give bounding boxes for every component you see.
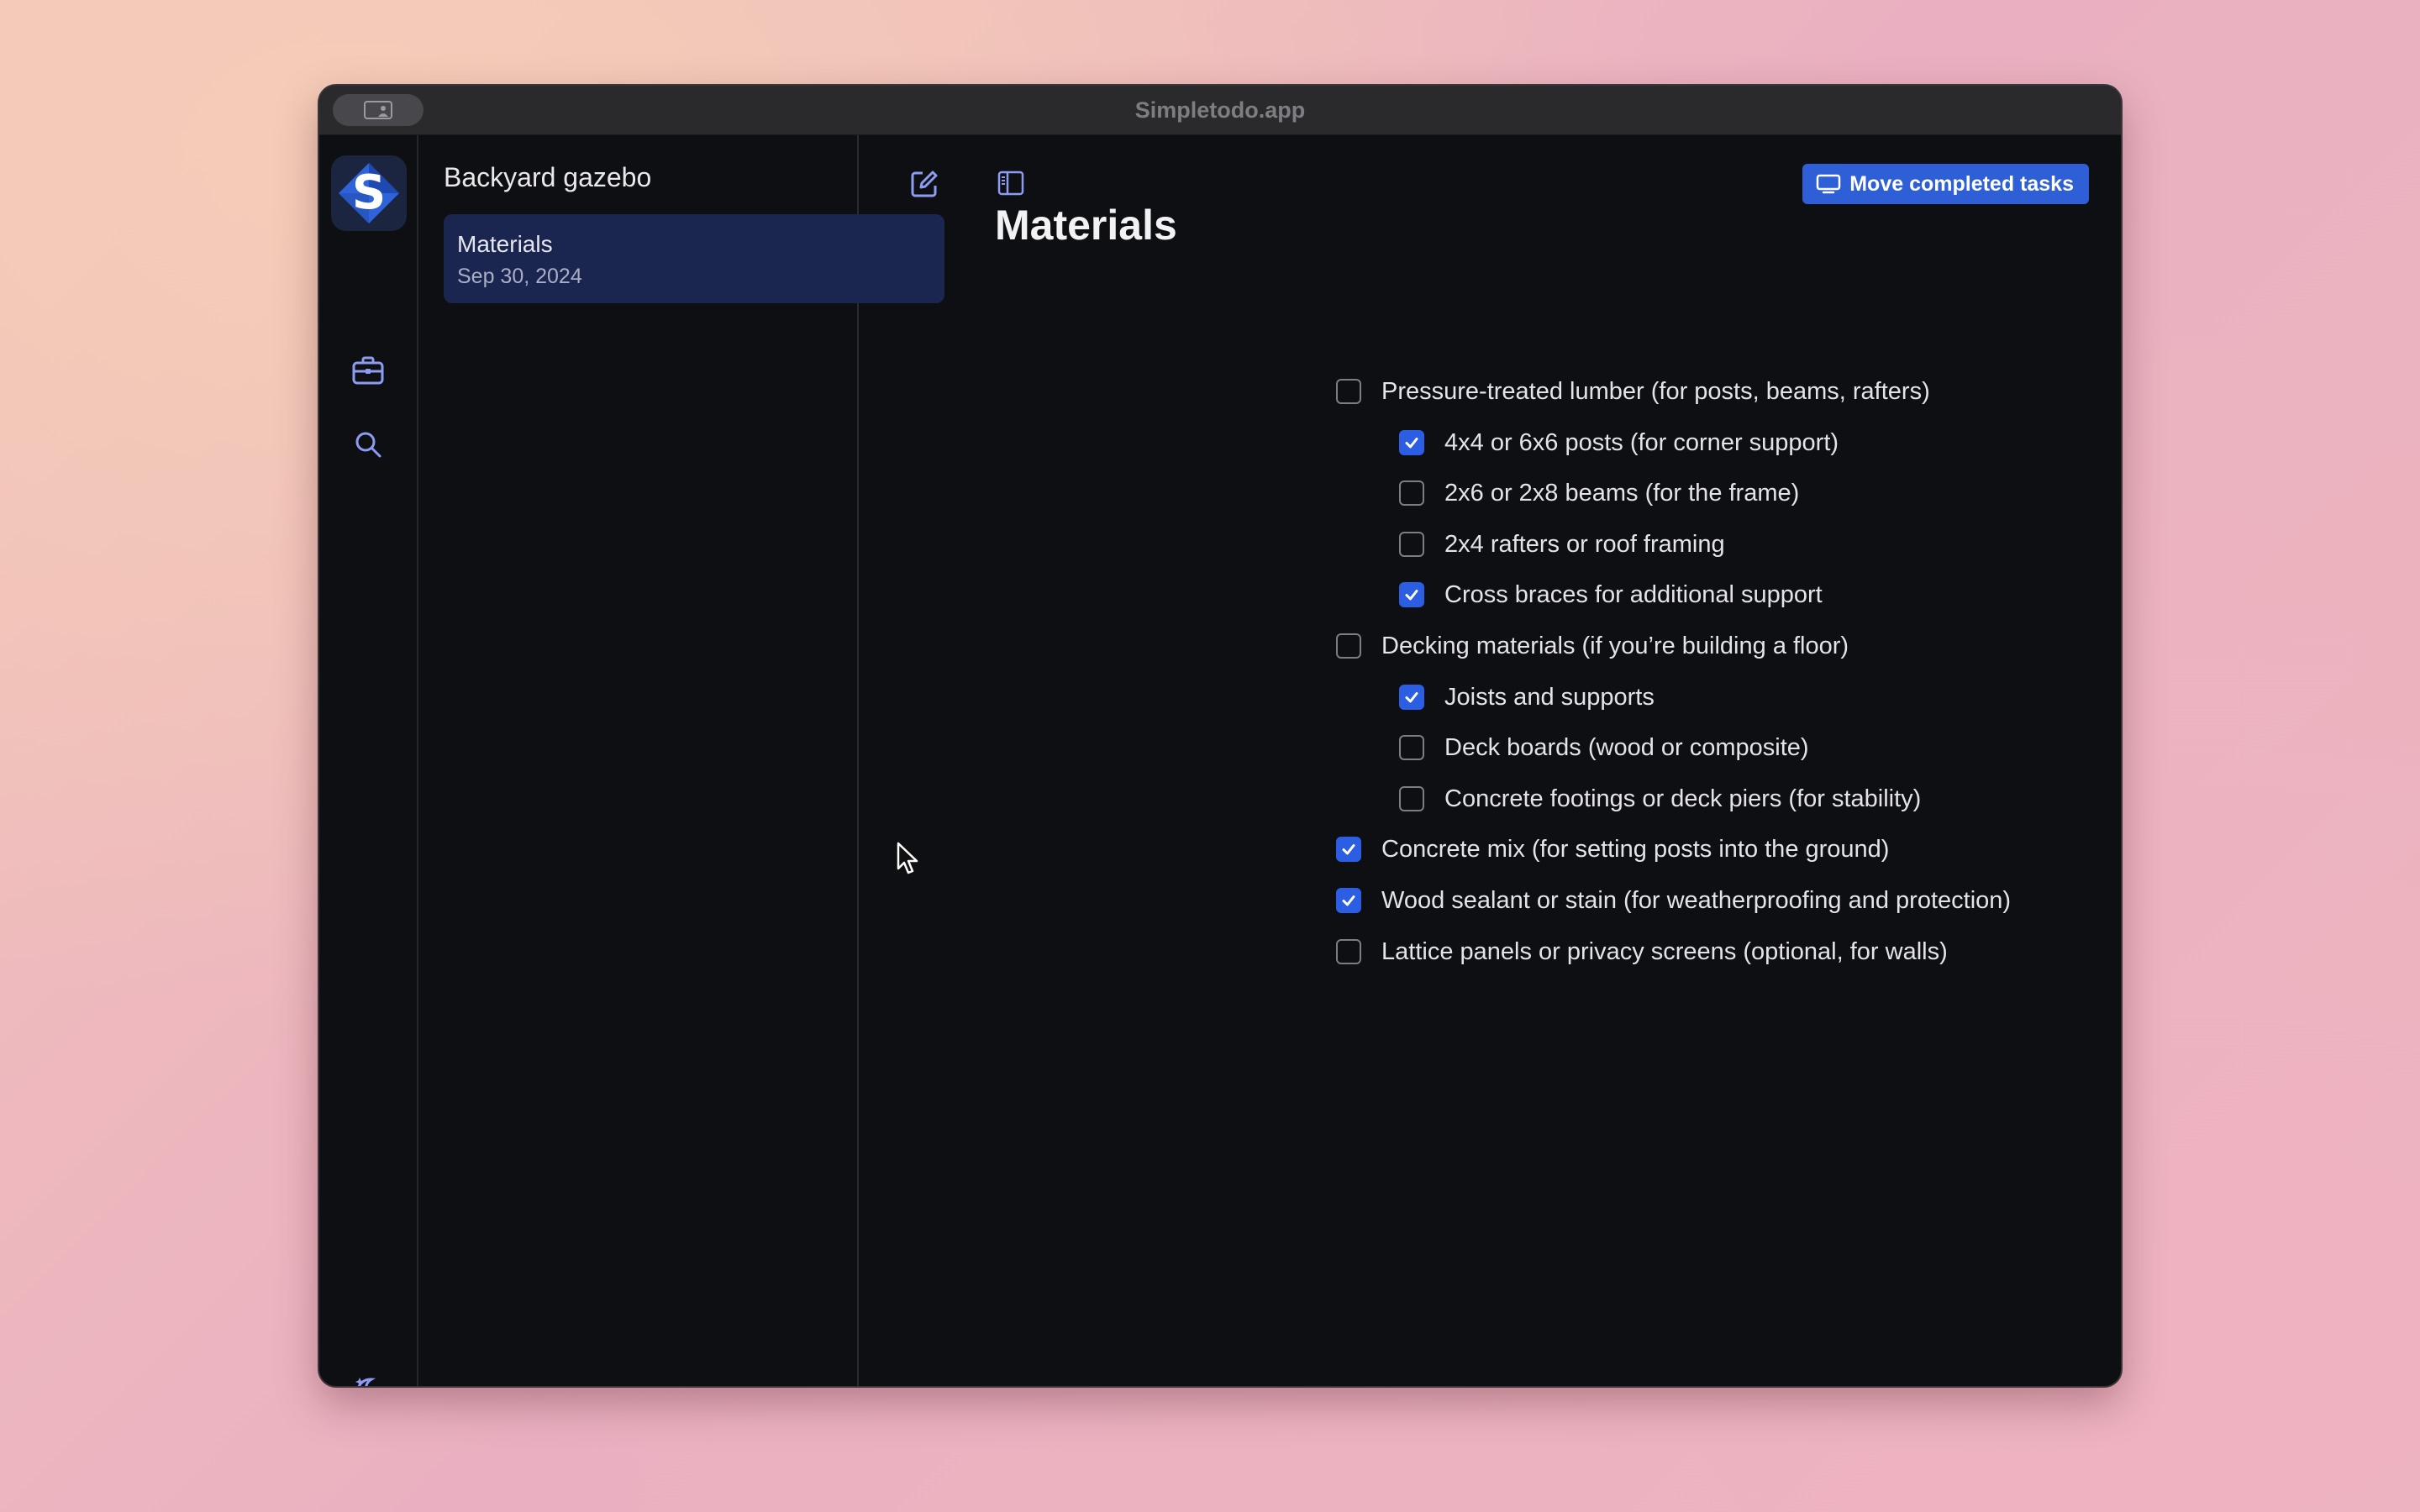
task-item[interactable]: Wood sealant or stain (for weatherproofi… — [1336, 882, 2011, 919]
task-item[interactable]: Joists and supports — [1399, 679, 1655, 716]
task-label: 4x4 or 6x6 posts (for corner support) — [1444, 428, 1839, 456]
app-logo[interactable]: S — [331, 155, 407, 231]
task-checkbox[interactable] — [1336, 379, 1361, 404]
window-title: Simpletodo.app — [1134, 97, 1306, 123]
task-label: Concrete footings or deck piers (for sta… — [1444, 785, 1922, 812]
list-item-date: Sep 30, 2024 — [457, 265, 582, 288]
task-label: 2x6 or 2x8 beams (for the frame) — [1444, 479, 1800, 507]
sidebar-toggle-icon — [997, 171, 1024, 196]
sidebar-toggle-button[interactable] — [993, 165, 1028, 201]
checkmark-icon — [1405, 590, 1418, 601]
checkmark-icon — [1405, 692, 1418, 703]
icon-rail: S — [319, 135, 418, 1386]
checkmark-icon — [1342, 844, 1355, 855]
app-window: Simpletodo.app S Backyard gazebo Materia… — [319, 86, 2121, 1386]
task-item[interactable]: Concrete footings or deck piers (for sta… — [1399, 780, 1921, 817]
task-checkbox[interactable] — [1399, 685, 1424, 710]
task-checkbox[interactable] — [1336, 939, 1361, 964]
task-label: Concrete mix (for setting posts into the… — [1381, 835, 1890, 863]
task-item[interactable]: 2x4 rafters or roof framing — [1399, 526, 1725, 563]
task-item[interactable]: Concrete mix (for setting posts into the… — [1336, 831, 1889, 868]
project-title: Backyard gazebo — [444, 162, 652, 192]
logo-icon: S — [339, 163, 399, 223]
task-label: Decking materials (if you’re building a … — [1381, 632, 1849, 659]
monitor-icon — [1816, 174, 1841, 194]
task-checkbox[interactable] — [1336, 888, 1361, 913]
briefcase-icon — [352, 356, 384, 385]
task-checkbox[interactable] — [1336, 633, 1361, 659]
task-label: Joists and supports — [1444, 683, 1655, 711]
task-label: 2x4 rafters or roof framing — [1444, 530, 1725, 558]
search-icon — [355, 432, 381, 458]
checkmark-icon — [1342, 895, 1355, 906]
task-item[interactable]: Lattice panels or privacy screens (optio… — [1336, 933, 1948, 970]
task-checkbox[interactable] — [1399, 430, 1424, 455]
task-label: Cross braces for additional support — [1444, 580, 1823, 608]
task-item[interactable]: Decking materials (if you’re building a … — [1336, 627, 1849, 664]
list-pane: Backyard gazebo Materials Sep 30, 2024 — [418, 135, 944, 1386]
logo-letter: S — [352, 165, 386, 220]
compose-icon — [911, 171, 938, 197]
task-checkbox[interactable] — [1399, 480, 1424, 506]
task-checkbox[interactable] — [1399, 735, 1424, 760]
move-completed-label: Move completed tasks — [1849, 171, 2074, 196]
task-label: Deck boards (wood or composite) — [1444, 733, 1809, 761]
theme-toggle-button[interactable] — [343, 1366, 393, 1386]
mouse-cursor-icon — [897, 842, 918, 874]
task-label: Lattice panels or privacy screens (optio… — [1381, 937, 1948, 965]
move-completed-button[interactable]: Move completed tasks — [1802, 164, 2089, 204]
checkmark-icon — [1405, 438, 1418, 449]
projects-button[interactable] — [343, 345, 393, 396]
task-item[interactable]: 2x6 or 2x8 beams (for the frame) — [1399, 475, 1799, 512]
task-item[interactable]: Deck boards (wood or composite) — [1399, 729, 1809, 766]
task-item[interactable]: Pressure-treated lumber (for posts, beam… — [1336, 373, 1930, 410]
new-list-button[interactable] — [906, 165, 943, 202]
list-item-title: Materials — [457, 231, 553, 257]
moon-stars-icon — [355, 1378, 376, 1386]
task-label: Wood sealant or stain (for weatherproofi… — [1381, 886, 2012, 914]
search-button[interactable] — [343, 419, 393, 470]
task-checkbox[interactable] — [1399, 786, 1424, 811]
task-label: Pressure-treated lumber (for posts, beam… — [1381, 377, 1930, 405]
page-title: Materials — [995, 202, 1177, 249]
task-panel: Move completed tasks Materials Pressure-… — [960, 135, 2121, 1386]
task-item[interactable]: Cross braces for additional support — [1399, 576, 1823, 613]
task-checkbox[interactable] — [1399, 582, 1424, 607]
task-item[interactable]: 4x4 or 6x6 posts (for corner support) — [1399, 424, 1839, 461]
title-bar: Simpletodo.app — [319, 86, 2121, 135]
task-checkbox[interactable] — [1336, 837, 1361, 862]
list-item-materials[interactable]: Materials Sep 30, 2024 — [444, 214, 944, 303]
task-checkbox[interactable] — [1399, 532, 1424, 557]
